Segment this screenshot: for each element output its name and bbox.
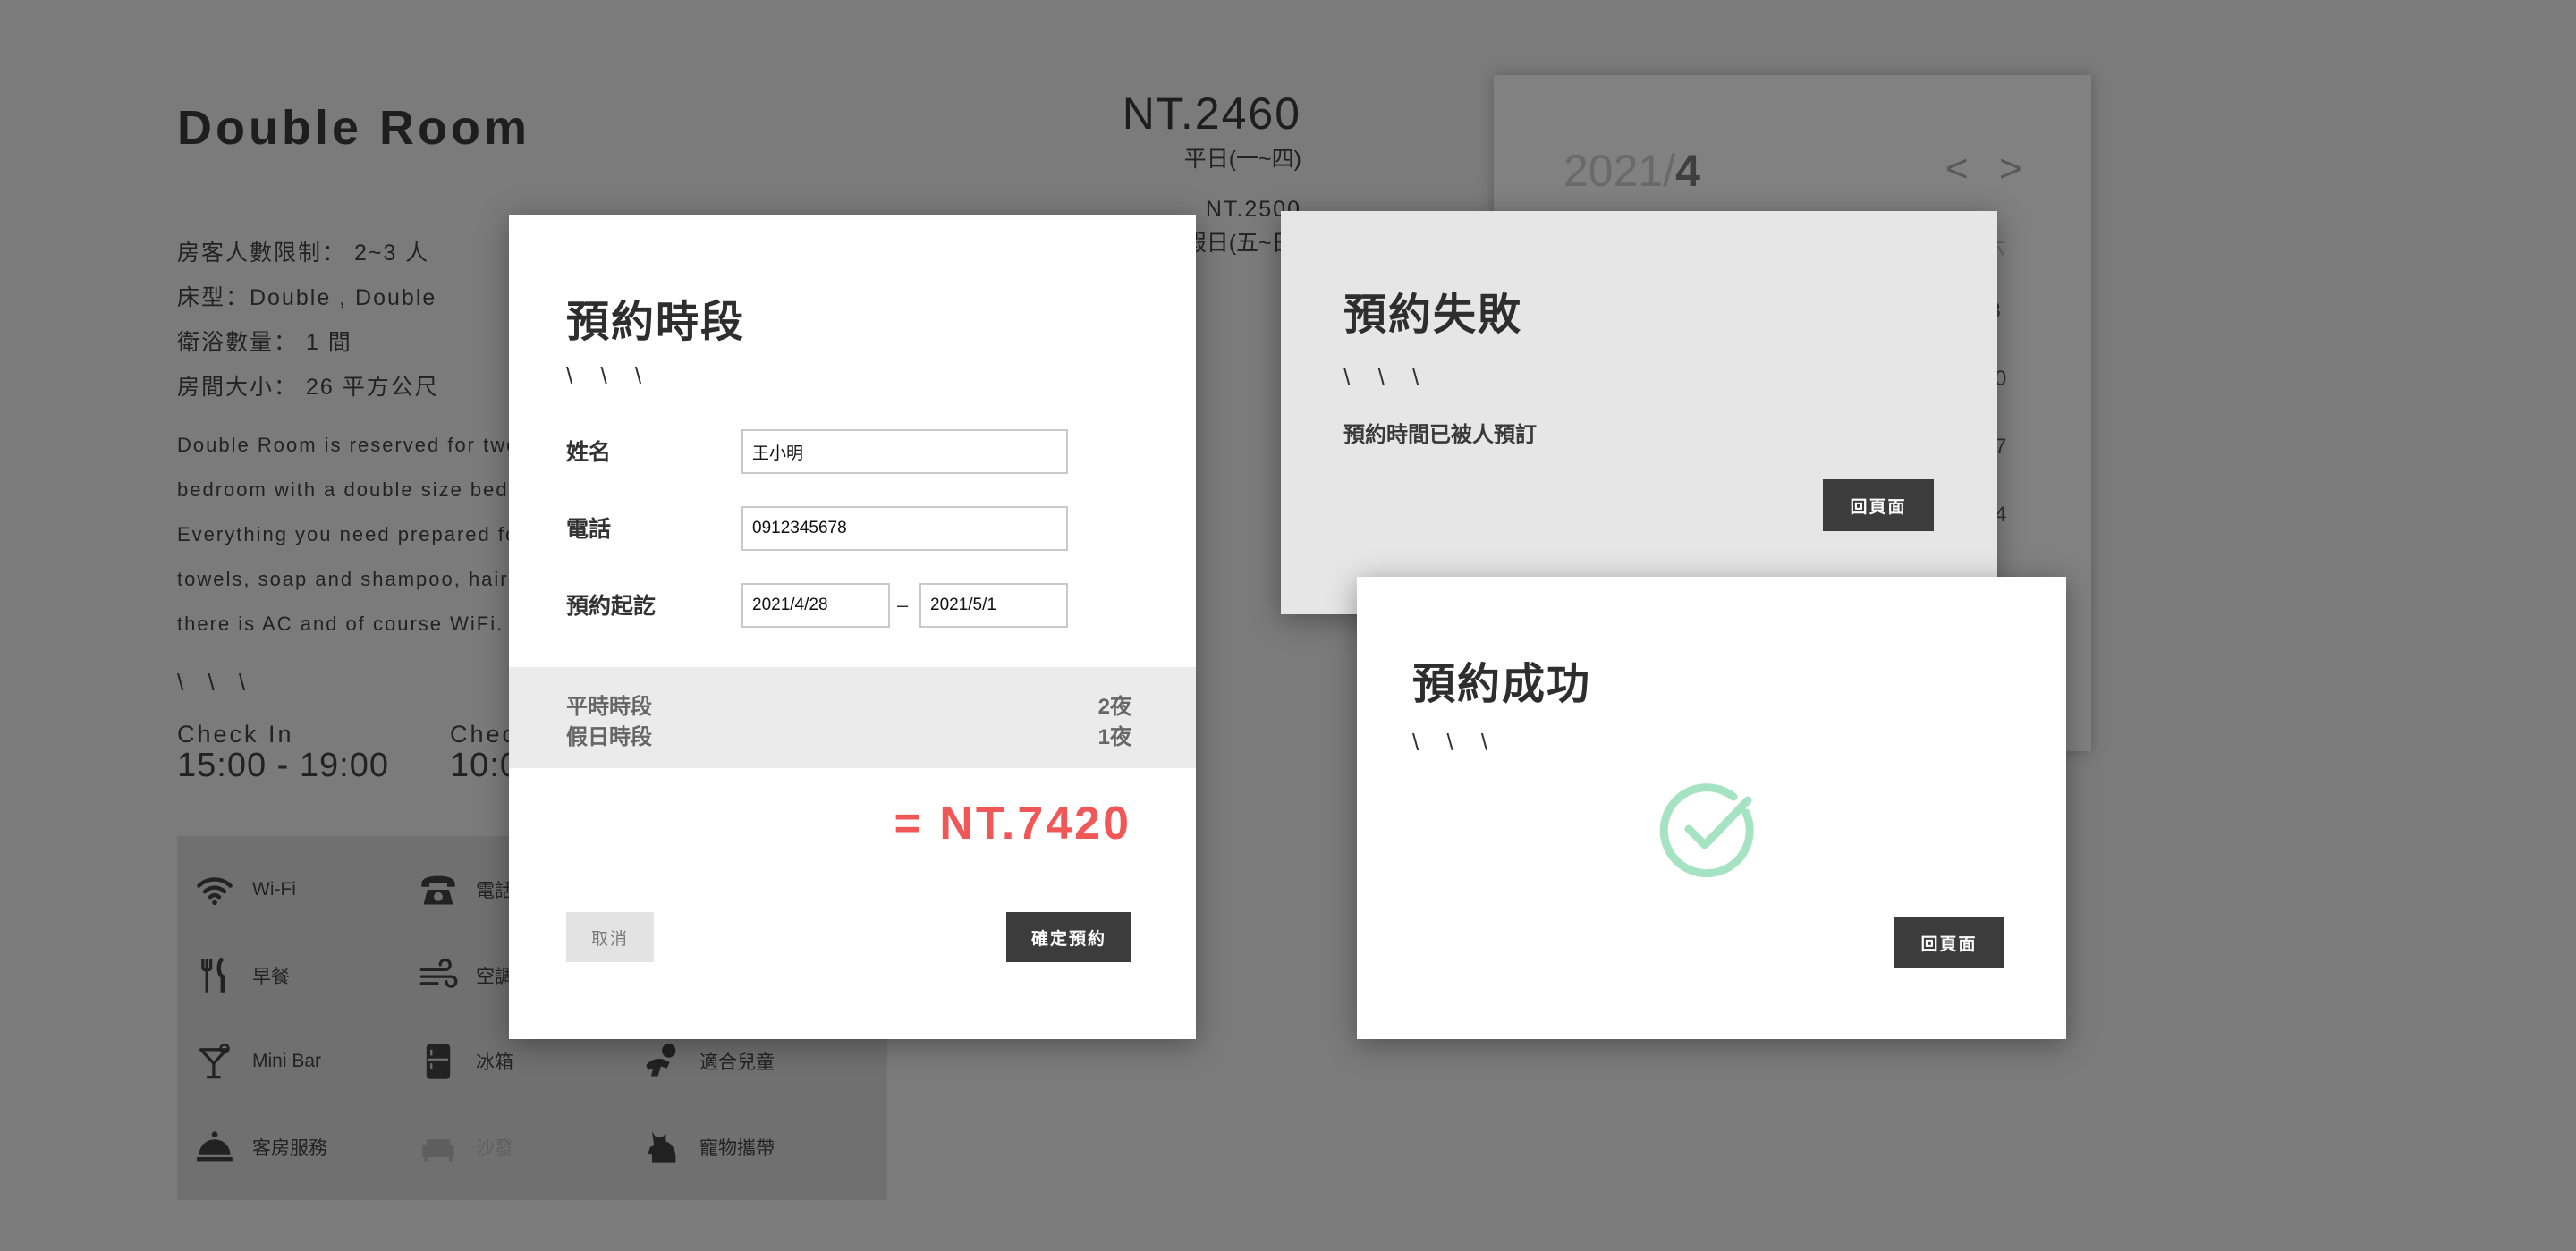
weekday-nights-value: 2夜 [1097,695,1131,719]
sofa-icon [422,1139,454,1162]
check-circle-icon [1659,783,1754,878]
booking-modal: 預約時段 \ \ \ 姓名 電話 預約起訖 – 平時時段 2夜 假日時段 1夜 … [509,215,1196,1039]
amenity-label: 寵物攜帶 [699,1138,775,1159]
room-info-guests: 房客人數限制： 2~3 人 [177,241,430,266]
amenity-wifi: Wi-Fi [195,870,296,909]
room-description-line: towels, soap and shampoo, hairc [177,568,521,590]
amenity-label: 適合兒童 [699,1052,775,1073]
weekday-price: NT.2460 [1122,89,1301,139]
end-date-input[interactable] [919,583,1068,628]
amenity-label: 電話 [476,881,513,901]
calendar-next-button[interactable]: > [1999,147,2022,191]
room-info-bed: 床型：Double , Double [177,285,437,310]
date-range-label: 預約起訖 [566,594,657,619]
amenity-sofa: 沙發 [419,1128,513,1167]
child-icon [646,1044,676,1077]
nights-summary: 平時時段 2夜 假日時段 1夜 [509,667,1196,768]
check-in-label: Check In [177,721,294,748]
name-label: 姓名 [566,440,612,465]
back-to-page-button[interactable]: 回頁面 [1823,479,1934,531]
weekday-nights-label: 平時時段 [566,695,652,719]
weekend-nights-row: 假日時段 1夜 [566,719,1131,750]
decor-slashes: \ \ \ [1412,729,1499,756]
amenity-breakfast: 早餐 [195,956,290,995]
total-price: = NT.7420 [894,798,1131,849]
amenity-label: 早餐 [252,967,290,987]
start-date-input[interactable] [741,583,890,628]
amenity-label: 客房服務 [252,1138,327,1159]
weekday-nights-row: 平時時段 2夜 [566,689,1131,720]
amenity-phone: 電話 [419,870,513,909]
amenity-label: Wi-Fi [252,879,296,900]
amenity-fridge: 冰箱 [419,1042,513,1081]
room-description-line: bedroom with a double size bed [177,478,509,501]
room-title: Double Room [177,101,530,155]
booking-success-modal: 預約成功 \ \ \ 回頁面 [1357,577,2066,1039]
amenity-label: 冰箱 [476,1052,513,1073]
amenity-pet: 寵物攜帶 [642,1128,775,1167]
weekend-nights-value: 1夜 [1097,725,1131,749]
room-description-line: there is AC and of course WiFi. [177,613,504,635]
amenity-room-service: 客房服務 [195,1128,327,1167]
confirm-booking-button[interactable]: 確定預約 [1006,912,1131,962]
minibar-icon [199,1043,230,1079]
wifi-icon [197,877,233,906]
weekday-price-label: 平日(一~四) [1183,147,1301,172]
room-info-size: 房間大小： 26 平方公尺 [177,375,439,400]
pet-icon [648,1131,676,1163]
decor-slashes: \ \ \ [1343,363,1430,390]
success-modal-title: 預約成功 [1412,661,1592,708]
check-out-label: Chec [450,721,518,748]
booking-modal-title: 預約時段 [566,299,746,346]
amenity-label: 空調 [476,967,513,987]
back-to-page-button[interactable]: 回頁面 [1894,917,2004,968]
phone-label: 電話 [566,517,612,542]
cancel-button[interactable]: 取消 [566,912,654,962]
booking-failed-modal: 預約失敗 \ \ \ 預約時間已被人預訂 回頁面 [1281,211,1997,614]
room-info-bath: 衛浴數量： 1 間 [177,330,352,355]
amenity-label: Mini Bar [252,1051,322,1071]
calendar-prev-button[interactable]: < [1945,147,1969,191]
amenity-minibar: Mini Bar [195,1042,321,1081]
calendar-month: 2021/4 [1563,146,1700,196]
decor-slashes: \ \ \ [566,362,653,389]
room-service-icon [197,1131,233,1162]
room-description-line: Double Room is reserved for two [177,434,520,456]
date-separator: – [897,594,909,616]
breakfast-icon [201,957,225,993]
aircon-icon [419,958,458,988]
phone-input[interactable] [741,506,1068,551]
check-in-time: 15:00 - 19:00 [177,747,389,784]
amenity-aircon: 空調 [419,956,513,995]
name-input[interactable] [741,429,1068,474]
amenity-label: 沙發 [476,1138,513,1159]
decor-slashes: \ \ \ [177,669,255,696]
fridge-icon [426,1044,451,1079]
amenity-child: 適合兒童 [642,1042,775,1081]
room-description-line: Everything you need prepared fo [177,523,519,545]
failed-message: 預約時間已被人預訂 [1343,423,1537,447]
failed-modal-title: 預約失敗 [1343,292,1523,339]
phone-icon [421,875,455,905]
weekend-nights-label: 假日時段 [566,725,652,749]
